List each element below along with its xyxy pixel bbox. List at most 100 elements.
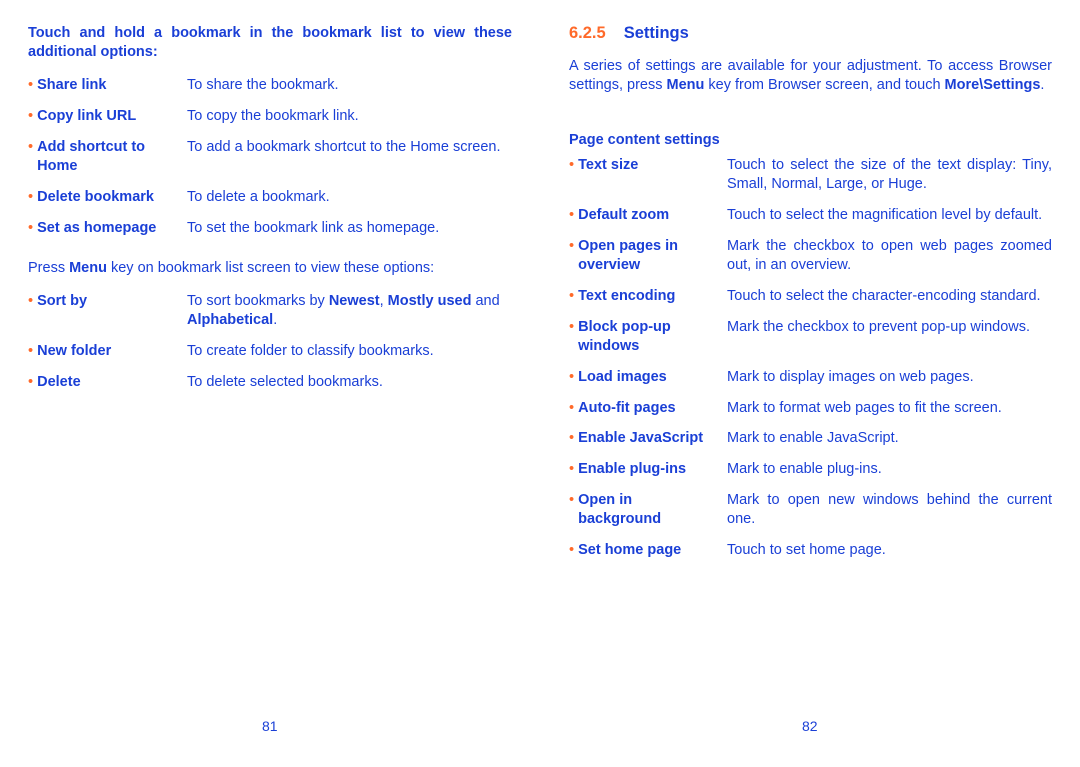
list-item: • Sort by	[28, 292, 87, 311]
bullet-icon: •	[28, 139, 38, 155]
list-item-description: Touch to set home page.	[727, 542, 886, 558]
term: Copy link URL	[37, 108, 137, 124]
list-item-term: • Delete bookmark	[28, 188, 163, 207]
menu-key: Menu	[666, 77, 705, 93]
bullet-icon: •	[569, 238, 579, 254]
text: .	[273, 312, 278, 328]
list-item-term: • Share link	[28, 76, 163, 95]
settings-intro: A series of settings are available for y…	[569, 57, 1052, 95]
list-item-term: • New folder	[28, 342, 163, 361]
bullet-icon: •	[28, 374, 38, 390]
list-item-term: • Auto-fit pages	[569, 399, 719, 418]
term: Text encoding	[578, 288, 676, 304]
term: Open pages in overview	[578, 238, 679, 273]
list-item-term: • Open in background	[569, 491, 719, 529]
list-item-description: To set the bookmark link as homepage.	[187, 220, 440, 236]
list-item-term: • Set home page	[569, 541, 719, 560]
list-item-term: • Enable plug-ins	[569, 460, 719, 479]
list-item-term: • Open pages in overview	[569, 237, 719, 275]
term: Add shortcut to Home	[37, 139, 146, 174]
term: Enable plug-ins	[578, 461, 687, 477]
bullet-icon: •	[28, 343, 38, 359]
list-item-description: To copy the bookmark link.	[187, 108, 359, 124]
list-item-description: Mark to enable plug-ins.	[727, 461, 882, 477]
bullet-icon: •	[569, 207, 579, 223]
list-item-description: To create folder to classify bookmarks.	[187, 343, 434, 359]
option-mostly-used: Mostly used	[387, 293, 472, 309]
text: key on bookmark list screen to view thes…	[106, 260, 435, 276]
text: Press	[28, 260, 70, 276]
list-item-description: To add a bookmark shortcut to the Home s…	[187, 139, 501, 155]
section-heading: 6.2.5 Settings	[569, 24, 689, 44]
list-item-description: Mark to enable JavaScript.	[727, 430, 899, 446]
term: Set as homepage	[37, 220, 157, 236]
list-item-term: • Default zoom	[569, 206, 719, 225]
bullet-icon: •	[28, 108, 38, 124]
list-item-description: Touch to select the size of the text dis…	[727, 157, 1052, 192]
bullet-icon: •	[569, 157, 579, 173]
bullet-icon: •	[28, 189, 38, 205]
term: Load images	[578, 369, 667, 385]
bullet-icon: •	[569, 369, 579, 385]
bullet-icon: •	[569, 319, 579, 335]
bullet-icon: •	[569, 492, 579, 508]
text: and	[471, 293, 500, 309]
text: To sort bookmarks by	[187, 293, 329, 309]
term: New folder	[37, 343, 112, 359]
list-item-description: Mark to format web pages to fit the scre…	[727, 400, 1002, 416]
bullet-icon: •	[28, 220, 38, 236]
text: key from Browser screen, and touch	[704, 77, 945, 93]
left-intro: Touch and hold a bookmark in the bookmar…	[28, 25, 512, 60]
term: Delete	[37, 374, 81, 390]
list-item-description: Mark the checkbox to open web pages zoom…	[727, 238, 1052, 273]
list-item-term: • Block pop-up windows	[569, 318, 719, 356]
text: .	[1040, 77, 1045, 93]
list-item-term: • Text encoding	[569, 287, 719, 306]
list-item-term: • Set as homepage	[28, 219, 163, 238]
term: Auto-fit pages	[578, 400, 676, 416]
list-item-description: Touch to select the character-encoding s…	[727, 288, 1041, 304]
list-item-description: Mark to display images on web pages.	[727, 369, 974, 385]
menu-paragraph: Press Menu key on bookmark list screen t…	[28, 259, 512, 278]
bullet-icon: •	[569, 430, 579, 446]
text: ,	[379, 293, 388, 309]
term: Text size	[578, 157, 639, 173]
term: Delete bookmark	[37, 189, 154, 205]
path-more: More\	[944, 77, 984, 93]
term: Sort by	[37, 293, 88, 309]
list-item-description: To delete a bookmark.	[187, 189, 330, 205]
list-item-description: To share the bookmark.	[187, 77, 339, 93]
page-number-left: 81	[262, 718, 278, 734]
list-item-description: To delete selected bookmarks.	[187, 374, 383, 390]
description: To sort bookmarks by Newest, Mostly used…	[187, 292, 513, 330]
list-item-term: • Text size	[569, 156, 719, 175]
option-newest: Newest	[328, 293, 380, 309]
list-item-term: • Enable JavaScript	[569, 429, 719, 448]
menu-key: Menu	[69, 260, 107, 276]
list-item-description: Mark the checkbox to prevent pop-up wind…	[727, 319, 1031, 335]
bullet-icon: •	[28, 77, 38, 93]
bullet-icon: •	[569, 461, 579, 477]
path-settings: Settings	[983, 77, 1041, 93]
manual-spread: Touch and hold a bookmark in the bookmar…	[0, 0, 1080, 767]
bullet-icon: •	[569, 542, 579, 558]
bullet-icon: •	[569, 400, 579, 416]
bullet-icon: •	[569, 288, 579, 304]
page-number-right: 82	[802, 718, 818, 734]
subheading: Page content settings	[569, 132, 720, 148]
list-item-term: • Add shortcut to Home	[28, 138, 163, 176]
term: Default zoom	[578, 207, 670, 223]
term: Share link	[37, 77, 107, 93]
section-number: 6.2.5	[569, 24, 606, 42]
list-item-term: • Delete	[28, 373, 163, 392]
term: Block pop-up windows	[578, 319, 671, 354]
term: Enable JavaScript	[578, 430, 704, 446]
term: Open in background	[578, 492, 662, 527]
option-alphabetical: Alphabetical	[187, 312, 274, 328]
term: Set home page	[578, 542, 682, 558]
list-item-term: • Load images	[569, 368, 719, 387]
bullet-icon: •	[28, 293, 38, 309]
list-item-description: Touch to select the magnification level …	[727, 207, 1043, 223]
section-title: Settings	[623, 24, 689, 42]
list-item-term: • Copy link URL	[28, 107, 163, 126]
